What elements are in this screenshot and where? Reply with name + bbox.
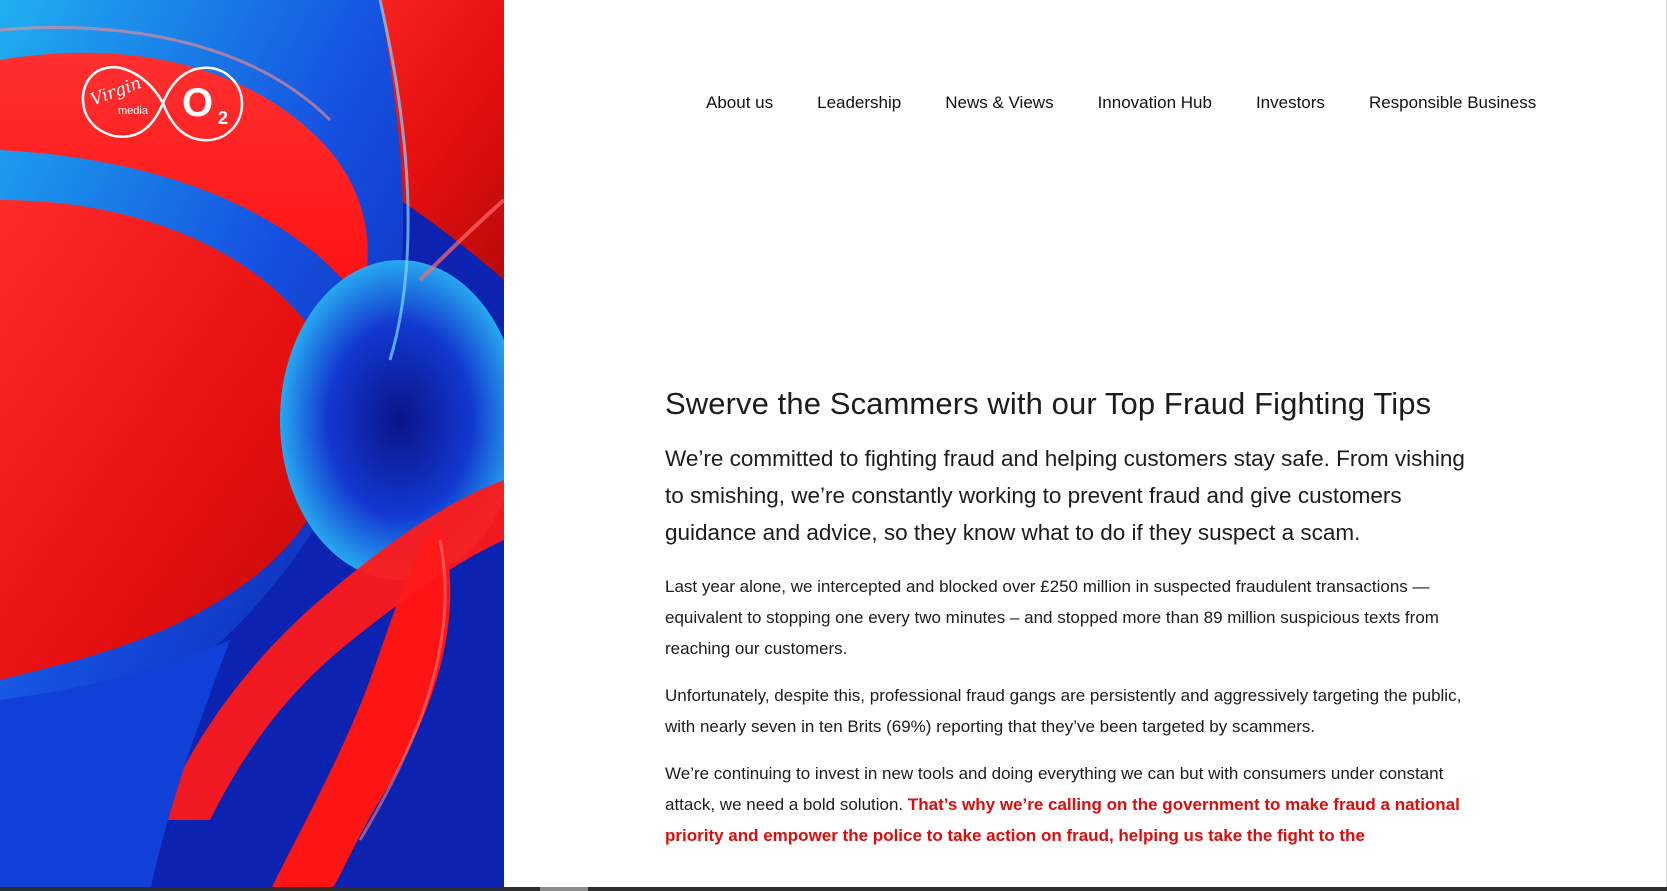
- article-paragraph-1: Last year alone, we intercepted and bloc…: [665, 577, 1439, 658]
- article-lead: We’re committed to fighting fraud and he…: [665, 446, 1465, 545]
- nav-news-views[interactable]: News & Views: [945, 93, 1053, 113]
- svg-text:O: O: [182, 81, 213, 125]
- svg-text:2: 2: [218, 108, 228, 128]
- nav-investors[interactable]: Investors: [1256, 93, 1325, 113]
- article-paragraph-3: We’re continuing to invest in new tools …: [665, 758, 1485, 851]
- nav-innovation-hub[interactable]: Innovation Hub: [1098, 93, 1212, 113]
- main-navigation: About us Leadership News & Views Innovat…: [706, 93, 1536, 113]
- nav-responsible-business[interactable]: Responsible Business: [1369, 93, 1536, 113]
- nav-leadership[interactable]: Leadership: [817, 93, 901, 113]
- nav-about-us[interactable]: About us: [706, 93, 773, 113]
- article-title: Swerve the Scammers with our Top Fraud F…: [665, 386, 1432, 421]
- article-content: Swerve the Scammers with our Top Fraud F…: [665, 386, 1485, 867]
- logo-mark: Virgin media O 2: [81, 66, 244, 142]
- horizontal-scrollbar[interactable]: [0, 887, 1667, 891]
- virgin-media-o2-logo[interactable]: Virgin media O 2: [78, 62, 248, 144]
- hero-artwork: Virgin media O 2: [0, 0, 504, 891]
- abstract-ribbons-graphic: [0, 0, 504, 891]
- scrollbar-thumb[interactable]: [540, 887, 588, 891]
- svg-text:media: media: [118, 105, 149, 117]
- article-paragraph-2: Unfortunately, despite this, professiona…: [665, 686, 1462, 736]
